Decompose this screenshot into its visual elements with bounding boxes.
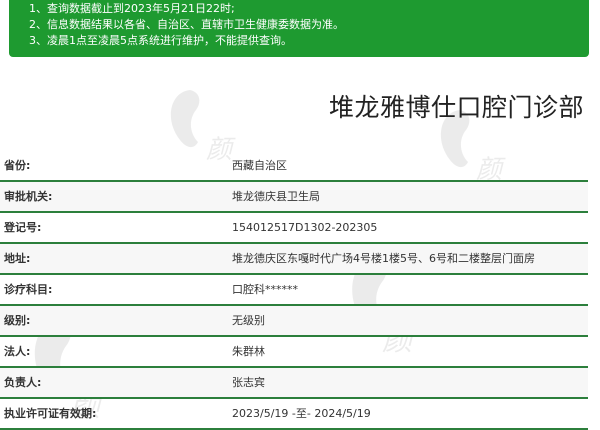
row-value: 堆龙德庆县卫生局 <box>232 190 320 203</box>
info-row-registration-number: 登记号: 154012517D1302-202305 <box>0 213 588 244</box>
row-value: 无级别 <box>232 314 265 327</box>
row-label: 省份: <box>4 159 31 172</box>
row-value: 堆龙德庆区东嘎时代广场4号楼1楼5号、6号和二楼整层门面房 <box>232 252 535 265</box>
row-value: 张志宾 <box>232 376 265 389</box>
info-row-approval-authority: 审批机关: 堆龙德庆县卫生局 <box>0 182 588 213</box>
row-label: 负责人: <box>4 376 42 389</box>
info-row-level: 级别: 无级别 <box>0 306 588 337</box>
notice-banner: 1、查询数据截止到2023年5月21日22时; 2、信息数据结果以各省、自治区、… <box>9 0 589 57</box>
notice-line: 3、凌晨1点至凌晨5点系统进行维护，不能提供查询。 <box>29 34 292 47</box>
row-value: 2023/5/19 -至- 2024/5/19 <box>232 407 371 420</box>
row-label: 执业许可证有效期: <box>4 407 97 420</box>
row-value: 朱群林 <box>232 345 265 358</box>
notice-line: 2、信息数据结果以各省、自治区、直辖市卫生健康委数据为准。 <box>29 18 344 31</box>
row-label: 登记号: <box>4 221 42 234</box>
row-label: 级别: <box>4 314 31 327</box>
info-row-province: 省份: 西藏自治区 <box>0 151 588 182</box>
info-row-legal-person: 法人: 朱群林 <box>0 337 588 368</box>
info-table: 省份: 西藏自治区 审批机关: 堆龙德庆县卫生局 登记号: 154012517D… <box>0 151 588 430</box>
row-value: 154012517D1302-202305 <box>232 221 378 234</box>
info-row-person-in-charge: 负责人: 张志宾 <box>0 368 588 399</box>
row-label: 地址: <box>4 252 31 265</box>
info-row-license-validity: 执业许可证有效期: 2023/5/19 -至- 2024/5/19 <box>0 399 588 430</box>
row-value: 口腔科****** <box>232 283 298 296</box>
info-row-departments: 诊疗科目: 口腔科****** <box>0 275 588 306</box>
notice-line: 1、查询数据截止到2023年5月21日22时; <box>29 2 235 15</box>
info-row-address: 地址: 堆龙德庆区东嘎时代广场4号楼1楼5号、6号和二楼整层门面房 <box>0 244 588 275</box>
row-label: 诊疗科目: <box>4 283 53 296</box>
row-label: 审批机关: <box>4 190 53 203</box>
clinic-name: 堆龙雅博仕口腔门诊部 <box>328 93 584 122</box>
row-label: 法人: <box>4 345 31 358</box>
row-value: 西藏自治区 <box>232 159 287 172</box>
